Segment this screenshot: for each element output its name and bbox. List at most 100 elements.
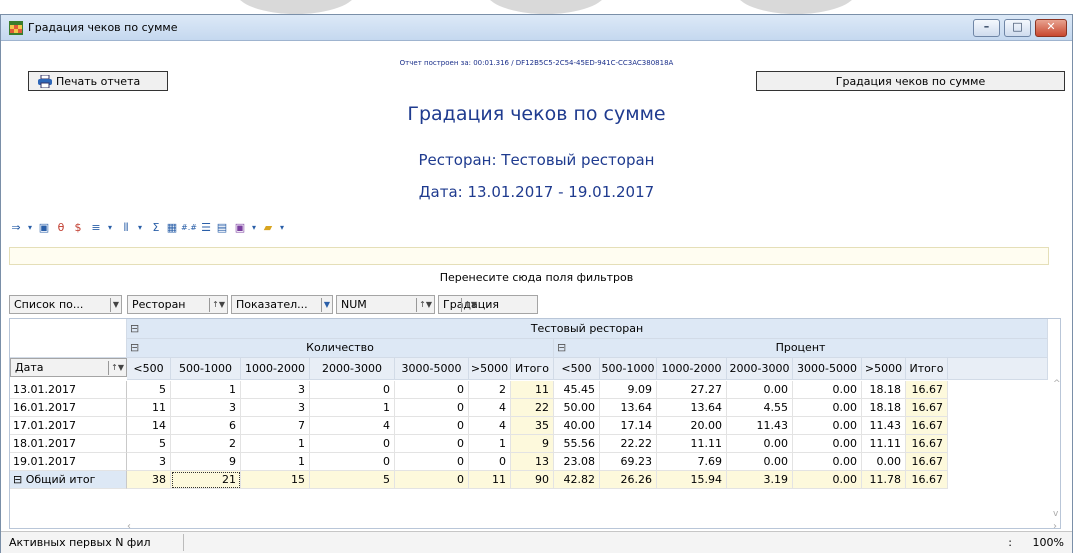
data-cell[interactable]: 5	[127, 435, 171, 453]
data-cell[interactable]: 0	[310, 381, 395, 399]
data-cell[interactable]: 27.27	[657, 381, 727, 399]
data-cell[interactable]: 0	[395, 453, 469, 471]
data-cell[interactable]: 16.67	[906, 399, 948, 417]
settings-grid-icon[interactable]: ▤	[215, 221, 229, 235]
data-cell[interactable]: 2	[171, 435, 241, 453]
column-header[interactable]: <500	[554, 358, 600, 380]
scroll-down-icon[interactable]: v	[1053, 509, 1058, 519]
data-cell[interactable]: 3	[171, 399, 241, 417]
data-cell[interactable]: 50.00	[554, 399, 600, 417]
data-cell[interactable]: 4	[469, 417, 511, 435]
open-dropdown-icon[interactable]: ▾	[275, 221, 289, 235]
column-header[interactable]: Итого	[511, 358, 554, 380]
data-cell[interactable]: 0	[395, 399, 469, 417]
row-header-date[interactable]: 16.01.2017	[10, 399, 127, 417]
data-cell[interactable]: 69.23	[600, 453, 657, 471]
data-cell[interactable]: 11.11	[657, 435, 727, 453]
collapse-icon[interactable]: ⊟	[130, 319, 139, 338]
grand-total-cell[interactable]: 5	[310, 471, 395, 489]
minimize-button[interactable]: –	[973, 19, 1000, 37]
collapse-icon[interactable]: ⊟	[130, 339, 139, 357]
data-cell[interactable]: 0	[395, 435, 469, 453]
filter-icon[interactable]: ▼	[320, 298, 330, 312]
grand-total-cell[interactable]: 38	[127, 471, 171, 489]
data-cell[interactable]: 5	[127, 381, 171, 399]
data-cell[interactable]: 1	[310, 399, 395, 417]
filter-drop-area[interactable]: Перенесите сюда поля фильтров	[1, 271, 1072, 284]
data-cell[interactable]: 7	[241, 417, 310, 435]
export-dropdown-icon[interactable]: ▾	[23, 221, 37, 235]
data-cell[interactable]: 11.43	[862, 417, 906, 435]
data-cell[interactable]: 0.00	[793, 435, 862, 453]
sum-icon[interactable]: Σ	[149, 221, 163, 235]
data-cell[interactable]: 1	[241, 453, 310, 471]
columns-icon[interactable]: ⦀	[119, 221, 133, 235]
sort-icon[interactable]: ↑▼	[461, 298, 477, 312]
data-cell[interactable]: 11.11	[862, 435, 906, 453]
row-field-date[interactable]: Дата ↑▼	[10, 358, 127, 377]
open-folder-icon[interactable]: ▰	[261, 221, 275, 235]
column-header[interactable]: <500	[127, 358, 171, 380]
scroll-up-icon[interactable]: ^	[1053, 379, 1061, 389]
save-dropdown-icon[interactable]: ▾	[247, 221, 261, 235]
columns-dropdown-icon[interactable]: ▾	[133, 221, 147, 235]
grand-total-cell[interactable]: 42.82	[554, 471, 600, 489]
column-header[interactable]: 500-1000	[600, 358, 657, 380]
data-cell[interactable]: 11	[511, 381, 554, 399]
grand-total-cell[interactable]: 15.94	[657, 471, 727, 489]
data-cell[interactable]: 3	[241, 399, 310, 417]
dollar-icon[interactable]: $	[71, 221, 85, 235]
row-header-date[interactable]: 13.01.2017	[10, 381, 127, 399]
data-cell[interactable]: 0.00	[793, 453, 862, 471]
close-button[interactable]: ✕	[1035, 19, 1067, 37]
data-cell[interactable]: 1	[469, 435, 511, 453]
sort-icon[interactable]: ↑▼	[209, 298, 225, 312]
data-cell[interactable]: 11.43	[727, 417, 793, 435]
data-cell[interactable]: 11	[127, 399, 171, 417]
field-button-gradation[interactable]: Градация ↑▼	[438, 295, 538, 314]
data-cell[interactable]: 45.45	[554, 381, 600, 399]
data-cell[interactable]: 0.00	[727, 381, 793, 399]
data-cell[interactable]: 13.64	[600, 399, 657, 417]
collapse-icon[interactable]: ⊟	[557, 339, 566, 357]
column-header[interactable]: 500-1000	[171, 358, 241, 380]
field-button-num[interactable]: NUM ↑▼	[336, 295, 435, 314]
grand-total-row-header[interactable]: ⊟ Общий итог	[10, 471, 127, 489]
data-cell[interactable]: 17.14	[600, 417, 657, 435]
maximize-button[interactable]: □	[1004, 19, 1031, 37]
data-cell[interactable]: 0	[469, 453, 511, 471]
zoom-level[interactable]: 100%	[1033, 536, 1064, 549]
column-header[interactable]: 3000-5000	[395, 358, 469, 380]
vertical-scrollbar[interactable]: ^ v	[1053, 339, 1062, 529]
export-icon[interactable]: ⇒	[9, 221, 23, 235]
row-header-date[interactable]: 18.01.2017	[10, 435, 127, 453]
data-cell[interactable]: 13.64	[657, 399, 727, 417]
data-cell[interactable]: 55.56	[554, 435, 600, 453]
data-cell[interactable]: 14	[127, 417, 171, 435]
data-cell[interactable]: 9	[171, 453, 241, 471]
column-header[interactable]: 3000-5000	[793, 358, 862, 380]
data-cell[interactable]: 13	[511, 453, 554, 471]
data-cell[interactable]: 3	[127, 453, 171, 471]
data-cell[interactable]: 0.00	[793, 399, 862, 417]
chevron-down-icon[interactable]: ▼	[109, 298, 119, 312]
filter-expression-bar[interactable]	[9, 247, 1049, 265]
data-cell[interactable]: 0.00	[793, 381, 862, 399]
print-report-button[interactable]: Печать отчета	[28, 71, 168, 91]
data-cell[interactable]: 0.00	[727, 453, 793, 471]
row-header-date[interactable]: 19.01.2017	[10, 453, 127, 471]
data-cell[interactable]: 0	[395, 381, 469, 399]
grand-total-cell[interactable]: 21	[171, 471, 241, 489]
grand-total-cell[interactable]: 16.67	[906, 471, 948, 489]
data-cell[interactable]: 22.22	[600, 435, 657, 453]
data-cell[interactable]: 16.67	[906, 453, 948, 471]
rows-icon[interactable]: ≡	[89, 221, 103, 235]
collapse-icon[interactable]: ⊟	[13, 473, 26, 486]
theta-icon[interactable]: θ	[54, 221, 68, 235]
column-header[interactable]: 2000-3000	[727, 358, 793, 380]
data-cell[interactable]: 6	[171, 417, 241, 435]
column-header[interactable]: Итого	[906, 358, 948, 380]
field-button-list[interactable]: Список по... ▼	[9, 295, 122, 314]
grand-total-cell[interactable]: 0.00	[793, 471, 862, 489]
data-cell[interactable]: 35	[511, 417, 554, 435]
